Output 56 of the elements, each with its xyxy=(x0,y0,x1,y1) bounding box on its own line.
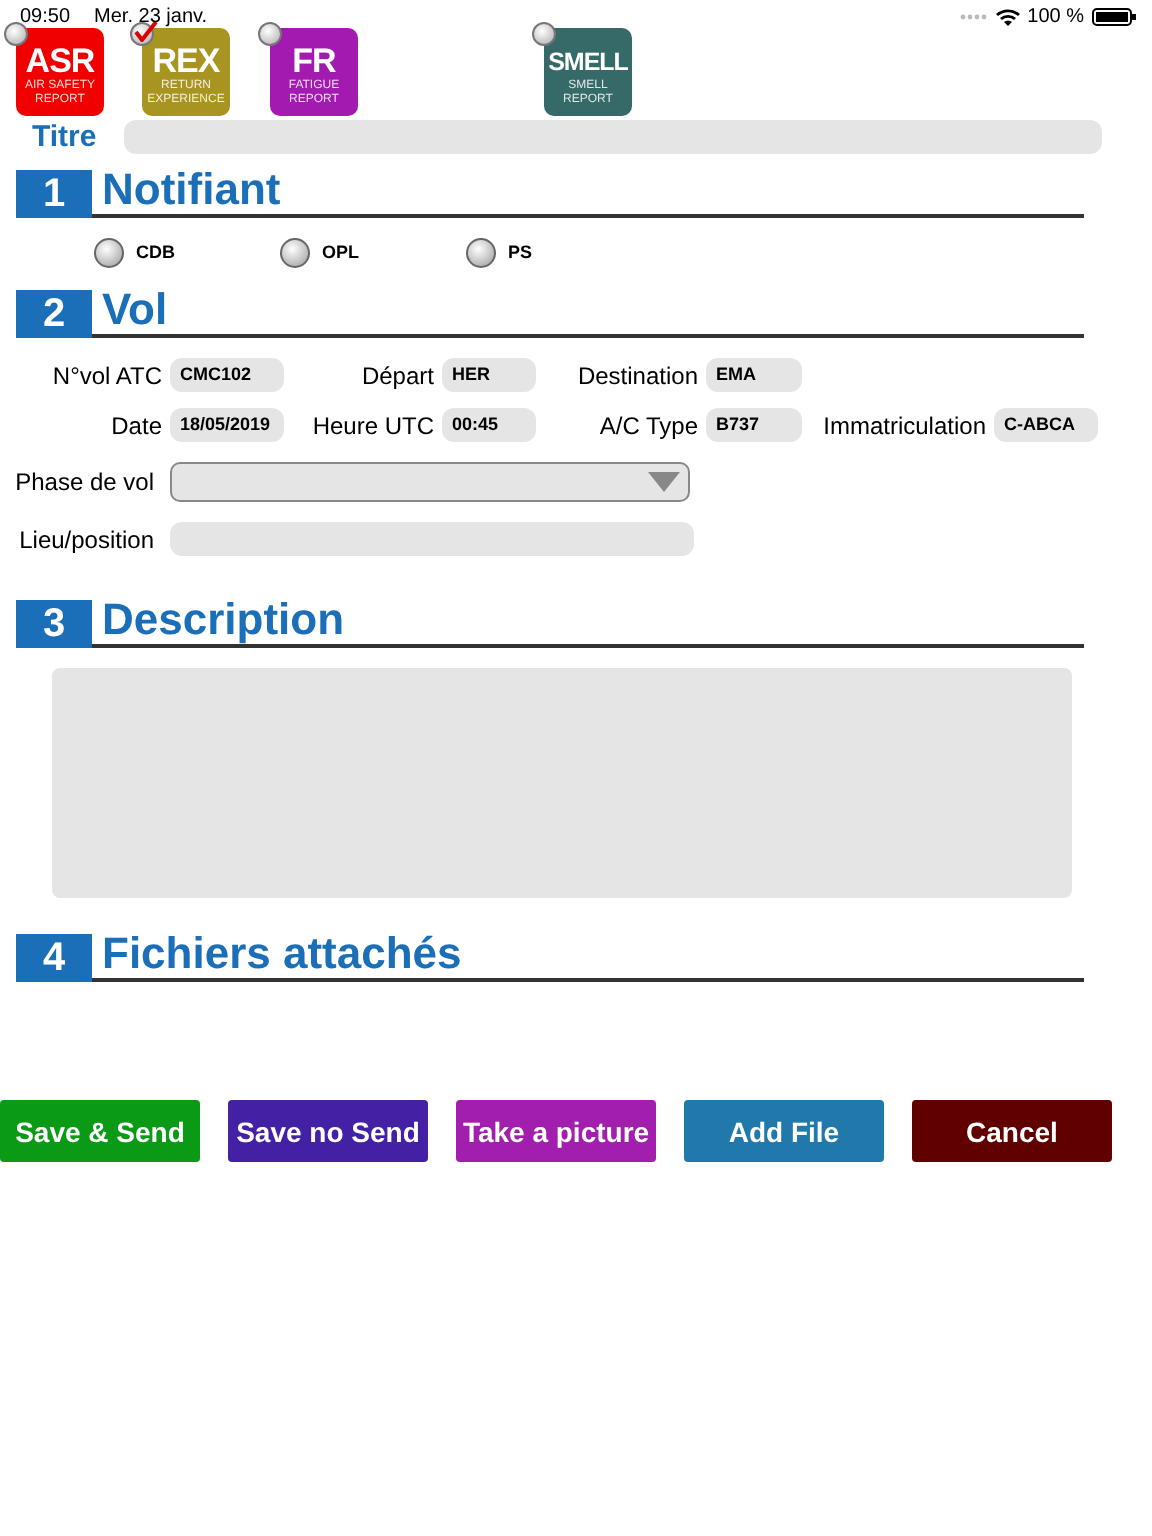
input-field[interactable]: 00:45 xyxy=(442,408,536,442)
input-field[interactable] xyxy=(170,522,694,556)
tile-radio[interactable] xyxy=(130,22,154,46)
phase-dropdown[interactable] xyxy=(170,462,690,502)
caret-icon xyxy=(648,472,680,492)
status-time: 09:50 xyxy=(20,5,71,27)
section-number: 3 xyxy=(16,600,92,648)
section-title: Description xyxy=(102,596,345,644)
input-field[interactable]: B737 xyxy=(706,408,802,442)
field-label: A/C Type xyxy=(597,411,698,439)
tile-radio[interactable] xyxy=(4,22,28,46)
action-button[interactable]: Save & Send xyxy=(0,1100,200,1162)
description-field[interactable] xyxy=(52,668,1072,898)
radio-label: OPL xyxy=(322,242,360,262)
report-code: FR xyxy=(292,44,336,80)
action-button[interactable]: Save no Send xyxy=(228,1100,428,1162)
field-label: Heure UTC xyxy=(310,411,434,439)
field-label: Lieu/position xyxy=(17,525,154,553)
input-field[interactable]: 18/05/2019 xyxy=(170,408,284,442)
checkmark-icon xyxy=(134,22,158,42)
title-field[interactable] xyxy=(124,120,1102,154)
section-number: 4 xyxy=(16,934,92,982)
field-label: N°vol ATC xyxy=(50,361,162,389)
section-title: Vol xyxy=(102,286,168,334)
title-label: Titre xyxy=(32,120,97,154)
action-button[interactable]: Add File xyxy=(684,1100,884,1162)
report-code: SMELL xyxy=(548,46,628,79)
input-field[interactable]: EMA xyxy=(706,358,802,392)
radio-label: CDB xyxy=(136,242,175,262)
signal-icon xyxy=(959,13,988,19)
tile-radio[interactable] xyxy=(532,22,556,46)
action-button[interactable]: Cancel xyxy=(912,1100,1112,1162)
input-field[interactable]: C-ABCA xyxy=(994,408,1098,442)
field-label: Destination xyxy=(575,361,698,389)
input-field[interactable]: CMC102 xyxy=(170,358,284,392)
field-label: Phase de vol xyxy=(13,468,154,496)
report-code: REX xyxy=(152,44,220,80)
radio-label: PS xyxy=(508,242,533,262)
tile-radio[interactable] xyxy=(258,22,282,46)
radio-button[interactable] xyxy=(466,237,496,267)
section-number: 1 xyxy=(16,170,92,218)
section-number: 2 xyxy=(16,290,92,338)
section-title: Notifiant xyxy=(102,166,281,214)
report-code: ASR xyxy=(25,44,95,80)
field-label: Date xyxy=(109,411,162,439)
radio-button[interactable] xyxy=(94,237,124,267)
radio-button[interactable] xyxy=(280,237,310,267)
section-title: Fichiers attachés xyxy=(102,930,462,978)
action-button[interactable]: Take a picture xyxy=(456,1100,656,1162)
status-date: Mer. 23 janv. xyxy=(94,5,208,27)
wifi-icon xyxy=(995,7,1020,25)
input-field[interactable]: HER xyxy=(442,358,536,392)
battery-icon xyxy=(1092,7,1136,25)
field-label: Immatriculation xyxy=(821,411,986,439)
battery-percent: 100 % xyxy=(1027,5,1084,27)
field-label: Départ xyxy=(359,361,434,389)
